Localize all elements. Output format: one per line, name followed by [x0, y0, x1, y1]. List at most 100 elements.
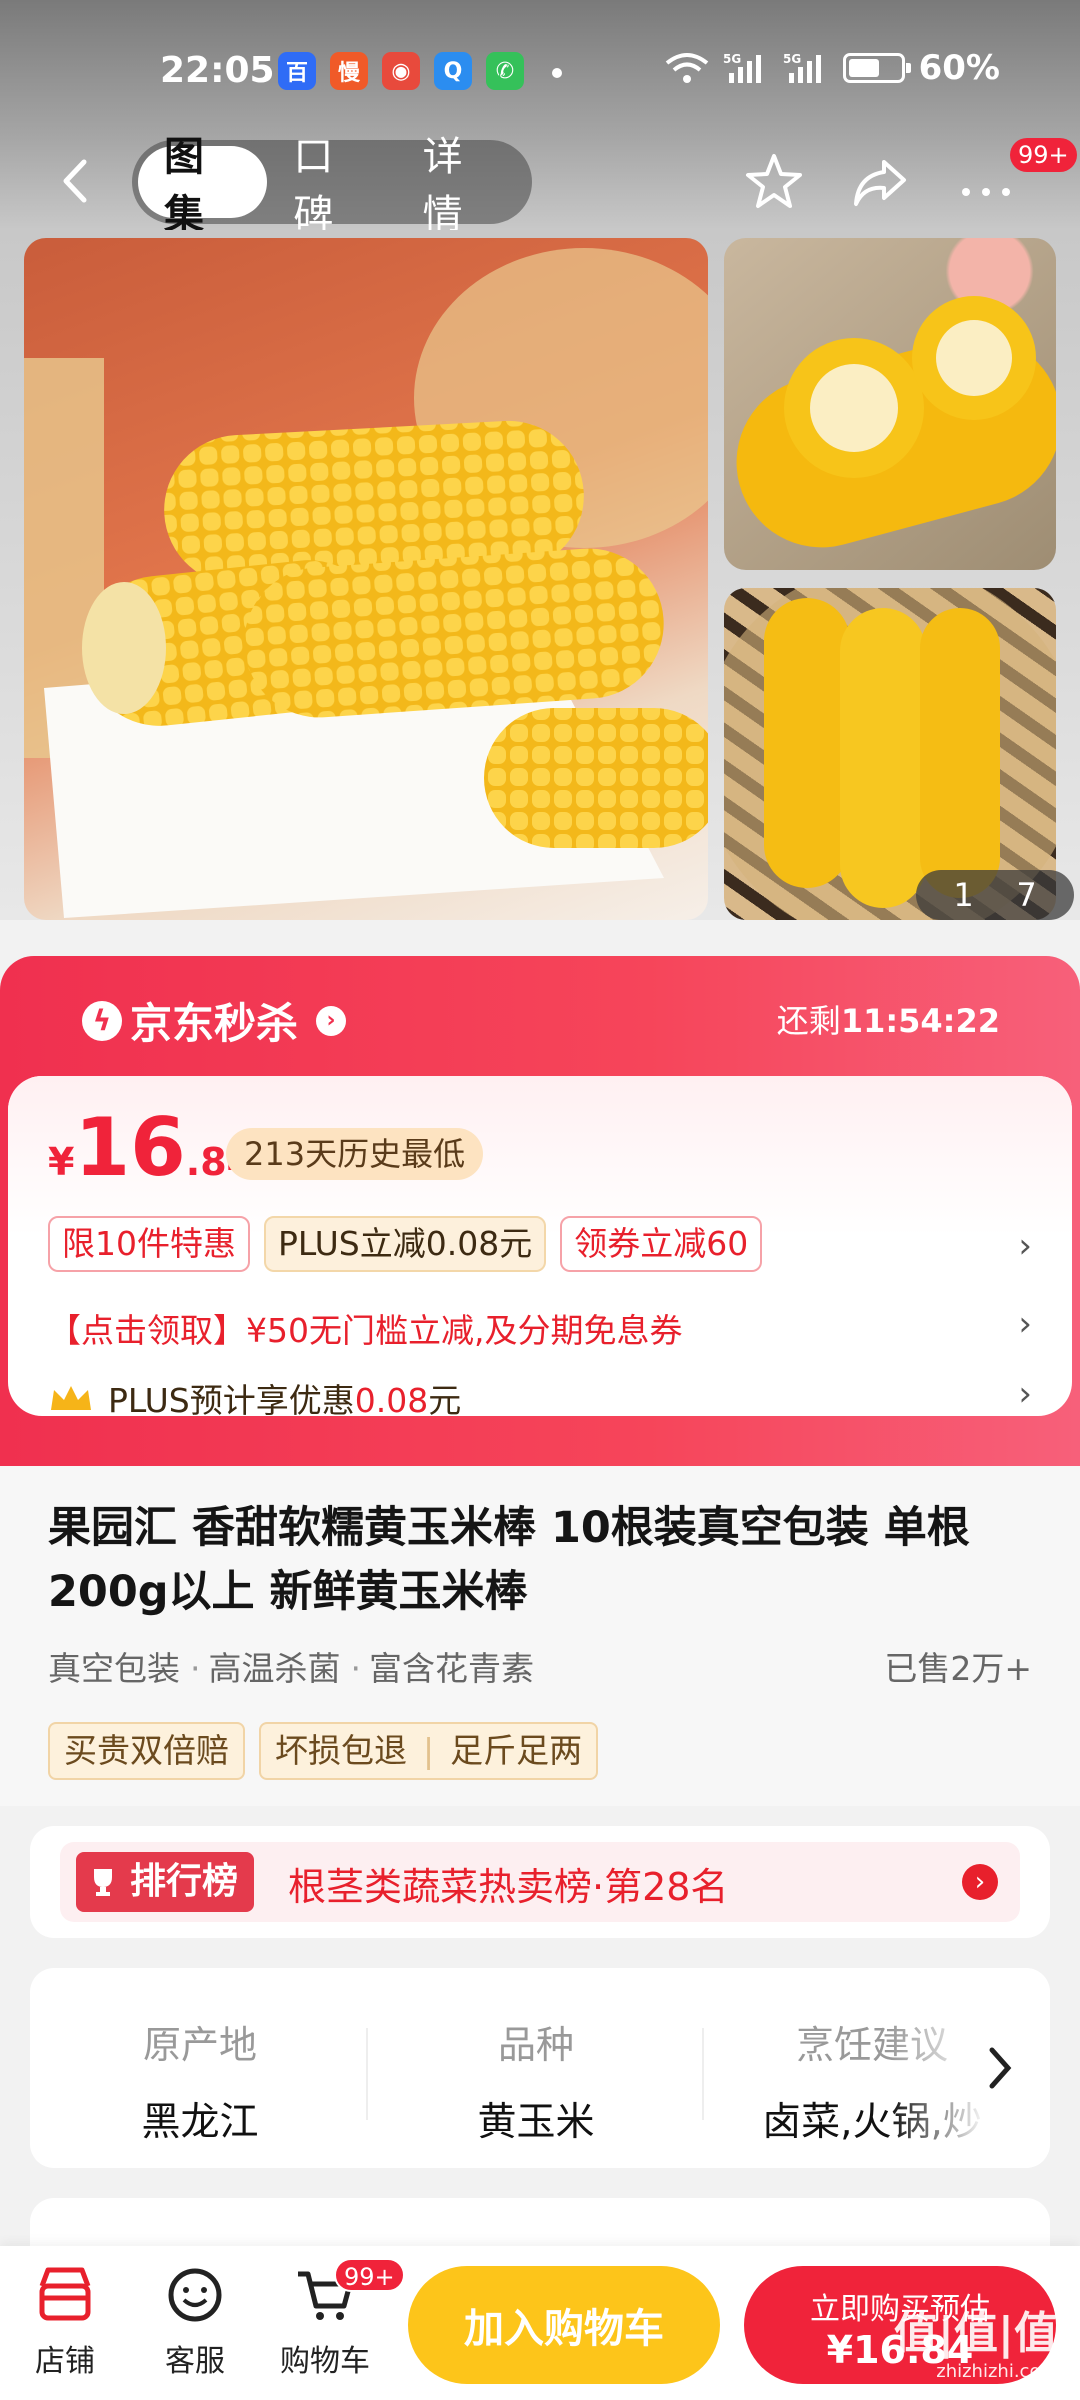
- tab-details[interactable]: 详情: [397, 134, 526, 238]
- plus-discount-amount: 0.08: [354, 1381, 429, 1416]
- chevron-right-icon[interactable]: [980, 2042, 1020, 2094]
- lightning-icon: ϟ: [82, 1000, 122, 1041]
- tab-reviews[interactable]: 口碑: [267, 134, 396, 238]
- flash-sale-title[interactable]: ϟ 京东秒杀 ›: [82, 990, 347, 1051]
- chevron-right-icon[interactable]: ›: [1018, 1304, 1032, 1344]
- shop-button[interactable]: 店铺: [10, 2262, 120, 2380]
- product-image-thumb-1[interactable]: [724, 238, 1056, 570]
- plus-discount-label: PLUS预计享优惠: [108, 1381, 355, 1416]
- plus-discount-unit: 元: [428, 1381, 462, 1416]
- chevron-right-icon: ›: [316, 1005, 347, 1036]
- sale-price: ¥ 16 .84: [48, 1108, 253, 1188]
- flash-sale-card: ϟ 京东秒杀 › 还剩11:54:22 ¥ 16 .84 213天历史最低 限1…: [0, 956, 1080, 1466]
- search-app-icon: Q: [434, 52, 472, 90]
- coupon-plus[interactable]: PLUS立减0.08元: [264, 1216, 547, 1272]
- message-count-badge: 99+: [1010, 138, 1077, 172]
- countdown: 还剩11:54:22: [777, 996, 1000, 1042]
- svg-text:5G: 5G: [783, 52, 801, 66]
- view-tabs: 图集 口碑 详情: [132, 134, 532, 238]
- chat-smile-icon: [168, 2268, 222, 2322]
- coupon-claim[interactable]: 领券立减60: [560, 1216, 763, 1272]
- flash-sale-label: 京东秒杀: [130, 999, 299, 1048]
- crown-icon: [51, 1386, 91, 1410]
- game-app-icon: ◉: [382, 52, 420, 90]
- promo-coupon-link[interactable]: 【点击领取】¥50无门槛立减,及分期免息券: [48, 1304, 682, 1352]
- site-watermark: 值|值|值 zhizhizhi.com: [894, 2297, 1058, 2382]
- feature-tag: 富含花青素: [351, 1642, 534, 1690]
- service-label: 客服: [165, 2344, 225, 2379]
- watermark-main: 值|值|值: [893, 2308, 1058, 2359]
- divider: [702, 2028, 704, 2120]
- product-image-main[interactable]: [24, 238, 708, 920]
- attribute-value: 黑龙江: [141, 2100, 259, 2145]
- guarantee-tags[interactable]: 买贵双倍赔 坏损包退 | 足斤足两: [48, 1722, 599, 1780]
- countdown-label: 还剩: [776, 1002, 841, 1040]
- divider: [366, 2028, 368, 2120]
- guarantee-weight-label: 足斤足两: [450, 1731, 583, 1770]
- add-to-cart-button[interactable]: 加入购物车: [408, 2266, 720, 2384]
- top-nav-bar: 图集 口碑 详情 99+: [0, 134, 1080, 238]
- tab-gallery[interactable]: 图集: [138, 134, 268, 238]
- share-icon[interactable]: [848, 150, 912, 214]
- attribute-key: 品种: [497, 2023, 574, 2067]
- back-icon[interactable]: [52, 156, 102, 206]
- signal-5g-icon: 5G: [783, 52, 821, 83]
- attribute-origin: 原产地 黑龙江: [50, 2014, 350, 2147]
- coupon-limited[interactable]: 限10件特惠: [48, 1216, 250, 1272]
- product-attributes[interactable]: 原产地 黑龙江 品种 黄玉米 烹饪建议 卤菜,火锅,炒: [30, 1968, 1050, 2168]
- guarantee-service[interactable]: 坏损包退 | 足斤足两: [259, 1722, 599, 1780]
- price-panel: ¥ 16 .84 213天历史最低 限10件特惠 PLUS立减0.08元 领券立…: [8, 1076, 1072, 1416]
- plus-discount-row[interactable]: PLUS预计享优惠0.08元: [48, 1374, 461, 1416]
- battery-icon: [842, 53, 911, 83]
- countdown-time: 11:54:22: [840, 1002, 1000, 1040]
- chevron-right-icon[interactable]: ›: [1018, 1374, 1032, 1414]
- guarantee-price-label: 买贵双倍赔: [64, 1731, 229, 1770]
- ranking-banner[interactable]: 排行榜 根茎类蔬菜热卖榜·第28名 ›: [60, 1842, 1020, 1922]
- status-time: 22:05: [160, 50, 275, 91]
- image-counter-total: 7: [1016, 876, 1037, 914]
- corn-halves-illustration: [736, 296, 1056, 548]
- ranking-card[interactable]: 排行榜 根茎类蔬菜热卖榜·第28名 ›: [30, 1826, 1050, 1938]
- shop-icon: [39, 2267, 91, 2321]
- favorite-star-icon[interactable]: [742, 150, 806, 214]
- phone-app-icon: ✆: [486, 52, 524, 90]
- history-low-tag: 213天历史最低: [226, 1128, 484, 1180]
- image-counter: 1 7: [916, 870, 1074, 920]
- chevron-right-icon[interactable]: ›: [1018, 1226, 1032, 1266]
- image-counter-current: 1: [953, 876, 974, 914]
- fade-overlay: [890, 1968, 1050, 2168]
- trophy-icon: [94, 1869, 112, 1896]
- ranking-label-text: 排行榜: [130, 1861, 239, 1902]
- price-integer: 16: [74, 1101, 186, 1194]
- price-currency: ¥: [48, 1140, 75, 1184]
- cart-count-badge: 99+: [334, 2258, 405, 2292]
- sold-count: 已售2万+: [884, 1649, 1032, 1688]
- guarantee-price[interactable]: 买贵双倍赔: [48, 1722, 245, 1780]
- guarantee-return-label: 坏损包退: [275, 1731, 407, 1770]
- ranking-label: 排行榜: [76, 1852, 255, 1912]
- product-info: 果园汇 香甜软糯黄玉米棒 10根装真空包装 单根200g以上 新鲜黄玉米棒 真空…: [0, 1466, 1080, 1806]
- wifi-icon: [665, 53, 708, 83]
- chevron-right-icon[interactable]: ›: [962, 1864, 998, 1900]
- status-bar: 22:05 百慢 ◉ Q ✆ 5G 5G 60%: [0, 40, 1080, 106]
- svg-text:5G: 5G: [723, 52, 741, 66]
- cart-button[interactable]: 购物车 99+: [270, 2258, 405, 2380]
- baidu-app-icon: 百: [278, 52, 316, 90]
- bottom-action-bar: 店铺 客服 购物车 99+ 加入购物车 立即购买预估 ¥16.84 值|值|值 …: [0, 2246, 1080, 2400]
- attribute-variety: 品种 黄玉米: [386, 2014, 686, 2147]
- corn-cobs-illustration: [24, 248, 708, 918]
- divider: |: [423, 1731, 435, 1770]
- attribute-key: 原产地: [142, 2023, 257, 2067]
- customer-service-button[interactable]: 客服: [140, 2262, 250, 2380]
- image-gallery[interactable]: 1 7: [0, 230, 1080, 920]
- product-feature-tags: 真空包装 高温杀菌 富含花青素: [48, 1642, 534, 1690]
- status-right: 5G 5G 60%: [665, 48, 1000, 88]
- product-title: 果园汇 香甜软糯黄玉米棒 10根装真空包装 单根200g以上 新鲜黄玉米棒: [48, 1503, 970, 1617]
- coupon-tags[interactable]: 限10件特惠 PLUS立减0.08元 领券立减60: [48, 1216, 763, 1272]
- watermark-url: zhizhizhi.com: [936, 2361, 1058, 2382]
- battery-percent: 60%: [918, 48, 1000, 88]
- feature-tag: 真空包装: [48, 1649, 180, 1688]
- feature-tag: 高温杀菌: [190, 1642, 341, 1690]
- status-app-icons: 百慢 ◉ Q ✆: [278, 52, 524, 90]
- more-options-icon[interactable]: [954, 150, 1018, 214]
